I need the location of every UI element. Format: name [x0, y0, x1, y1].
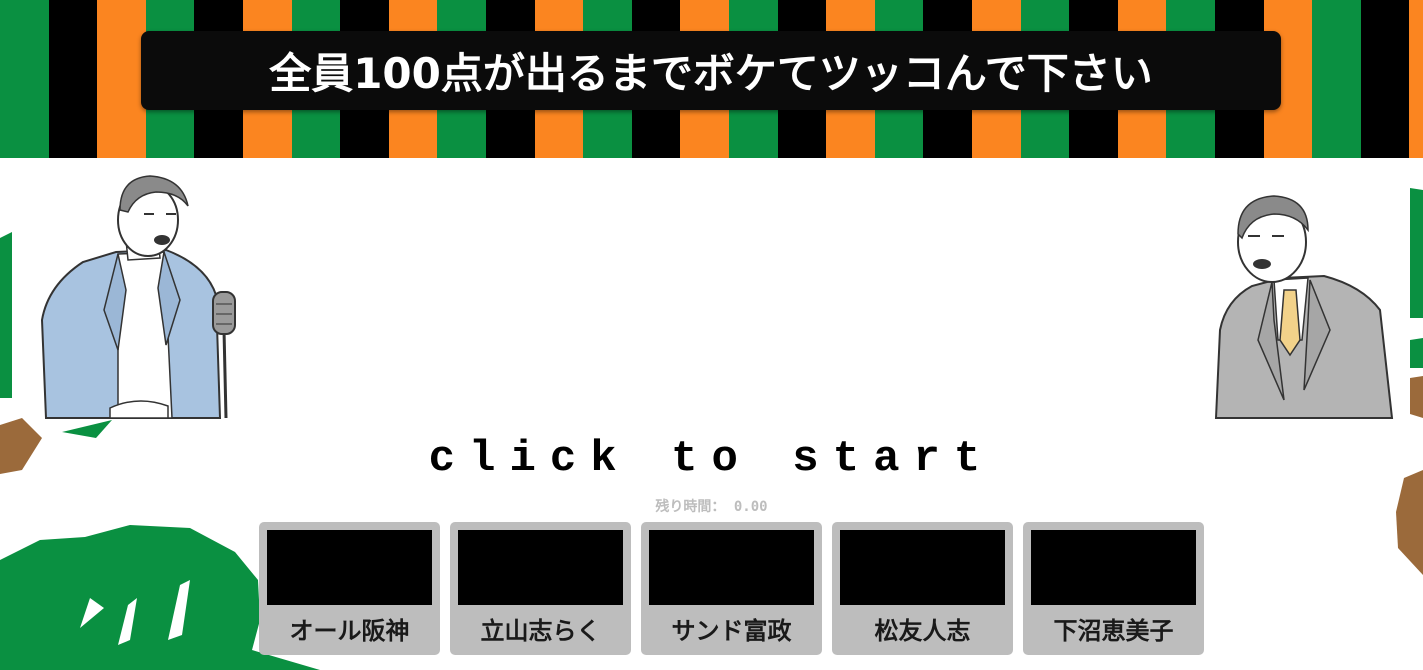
judge-card[interactable]: 立山志らく	[450, 522, 631, 655]
click-to-start-button[interactable]: click to start	[0, 434, 1423, 484]
judge-card[interactable]: 松友人志	[832, 522, 1013, 655]
judge-name: オール阪神	[289, 617, 410, 645]
remaining-time-label: 残り時間：	[655, 499, 726, 515]
judge-score-screen	[840, 530, 1005, 605]
judge-name: 立山志らく	[480, 617, 601, 645]
judge-in-suit-icon	[1214, 195, 1394, 419]
brown-shape-right	[1396, 470, 1423, 575]
judge-panel: オール阪神 立山志らく サンド富政 松友人志 下沼恵美子	[259, 522, 1204, 655]
green-shape-left	[0, 232, 12, 398]
green-shape-right	[1410, 188, 1423, 318]
judge-card[interactable]: 下沼恵美子	[1023, 522, 1204, 655]
judge-name: 松友人志	[874, 617, 971, 645]
remaining-time-value: 0.00	[733, 499, 768, 515]
judge-name: サンド富政	[671, 617, 792, 645]
judge-score-screen	[267, 530, 432, 605]
judge-name: 下沼恵美子	[1053, 617, 1174, 645]
remaining-time: 残り時間： 0.00	[0, 496, 1423, 516]
judge-card[interactable]: オール阪神	[259, 522, 440, 655]
game-stage[interactable]: 全員100点が出るまでボケてツッコんで下さい click to start 残り…	[0, 0, 1423, 670]
judge-score-screen	[1031, 530, 1196, 605]
judge-card[interactable]: サンド富政	[641, 522, 822, 655]
judge-score-screen	[649, 530, 814, 605]
comedian-with-microphone-icon	[40, 175, 236, 419]
brown-shape-right-top	[1410, 376, 1423, 418]
judge-score-screen	[458, 530, 623, 605]
